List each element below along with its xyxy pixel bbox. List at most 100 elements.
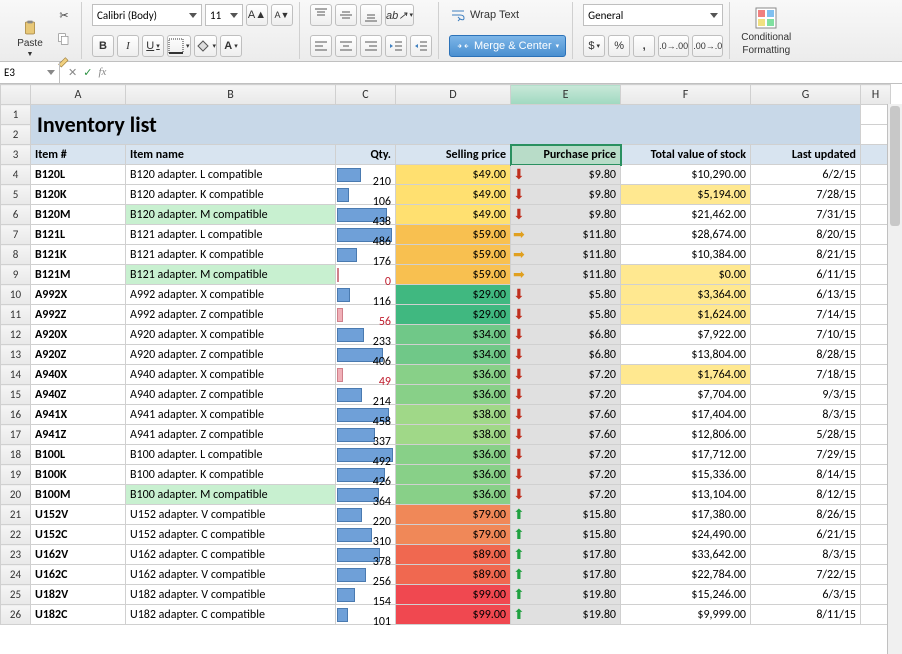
- decrease-font-button[interactable]: A▼: [271, 4, 293, 26]
- cell-item-num[interactable]: A940X: [31, 365, 126, 385]
- row-header-8[interactable]: 8: [1, 245, 31, 265]
- row-header-18[interactable]: 18: [1, 445, 31, 465]
- scrollbar-thumb[interactable]: [890, 106, 900, 226]
- cell-selling-price[interactable]: $38.00: [396, 405, 511, 425]
- comma-button[interactable]: ,: [633, 35, 655, 57]
- cell-total-value[interactable]: $33,642.00: [621, 545, 751, 565]
- cell-item-name[interactable]: B120 adapter. K compatible: [126, 185, 336, 205]
- row-header-21[interactable]: 21: [1, 505, 31, 525]
- cell-item-num[interactable]: U162V: [31, 545, 126, 565]
- row-header-24[interactable]: 24: [1, 565, 31, 585]
- cell-item-name[interactable]: B121 adapter. M compatible: [126, 265, 336, 285]
- cell-total-value[interactable]: $28,674.00: [621, 225, 751, 245]
- cell-qty[interactable]: 220: [336, 505, 396, 525]
- cell-last-updated[interactable]: 6/2/15: [751, 165, 861, 185]
- row-header-10[interactable]: 10: [1, 285, 31, 305]
- header-last-updated[interactable]: Last updated: [751, 145, 861, 165]
- formula-input[interactable]: [114, 67, 902, 79]
- cell-qty[interactable]: 406: [336, 345, 396, 365]
- cell-purchase-price[interactable]: ⬆$17.80: [511, 545, 621, 565]
- cell-qty[interactable]: 0: [336, 265, 396, 285]
- cell-last-updated[interactable]: 8/21/15: [751, 245, 861, 265]
- cell-selling-price[interactable]: $29.00: [396, 305, 511, 325]
- row-header-9[interactable]: 9: [1, 265, 31, 285]
- cell-last-updated[interactable]: 6/13/15: [751, 285, 861, 305]
- row-header-12[interactable]: 12: [1, 325, 31, 345]
- cell-selling-price[interactable]: $36.00: [396, 465, 511, 485]
- cell-total-value[interactable]: $10,290.00: [621, 165, 751, 185]
- orientation-button[interactable]: ab↗▾: [385, 4, 414, 26]
- cell-purchase-price[interactable]: ⬇$7.20: [511, 485, 621, 505]
- row-header-20[interactable]: 20: [1, 485, 31, 505]
- number-format-select[interactable]: General: [583, 4, 723, 26]
- cell-item-name[interactable]: A992 adapter. Z compatible: [126, 305, 336, 325]
- cell-total-value[interactable]: $1,624.00: [621, 305, 751, 325]
- cell-last-updated[interactable]: 6/3/15: [751, 585, 861, 605]
- cell-purchase-price[interactable]: ⬇$9.80: [511, 165, 621, 185]
- cell-total-value[interactable]: $5,194.00: [621, 185, 751, 205]
- cell-last-updated[interactable]: 8/26/15: [751, 505, 861, 525]
- header-item-num[interactable]: Item #: [31, 145, 126, 165]
- cell-item-num[interactable]: U182V: [31, 585, 126, 605]
- cell-item-num[interactable]: B120K: [31, 185, 126, 205]
- cell-selling-price[interactable]: $89.00: [396, 565, 511, 585]
- cell-qty[interactable]: 256: [336, 565, 396, 585]
- cell-total-value[interactable]: $0.00: [621, 265, 751, 285]
- align-left-button[interactable]: [310, 35, 332, 57]
- cell-item-name[interactable]: A940 adapter. Z compatible: [126, 385, 336, 405]
- cell-item-name[interactable]: A920 adapter. Z compatible: [126, 345, 336, 365]
- cell-purchase-price[interactable]: ⬇$5.80: [511, 285, 621, 305]
- cell-last-updated[interactable]: 7/18/15: [751, 365, 861, 385]
- decrease-decimal-button[interactable]: .00→.0: [692, 35, 723, 57]
- cell-last-updated[interactable]: 8/12/15: [751, 485, 861, 505]
- row-header-19[interactable]: 19: [1, 465, 31, 485]
- cell-total-value[interactable]: $1,764.00: [621, 365, 751, 385]
- cell-last-updated[interactable]: 8/20/15: [751, 225, 861, 245]
- cell-total-value[interactable]: $7,704.00: [621, 385, 751, 405]
- cell-item-num[interactable]: B121K: [31, 245, 126, 265]
- cell-last-updated[interactable]: 6/21/15: [751, 525, 861, 545]
- cell-purchase-price[interactable]: ⬇$7.60: [511, 425, 621, 445]
- col-header-A[interactable]: A: [31, 85, 126, 105]
- cell-purchase-price[interactable]: ⬆$15.80: [511, 505, 621, 525]
- currency-button[interactable]: $▾: [583, 35, 605, 57]
- fill-color-button[interactable]: ▾: [194, 35, 218, 57]
- cell-purchase-price[interactable]: ⬇$7.20: [511, 465, 621, 485]
- cut-button[interactable]: ✂: [53, 4, 75, 26]
- row-header-14[interactable]: 14: [1, 365, 31, 385]
- cell-item-name[interactable]: B120 adapter. M compatible: [126, 205, 336, 225]
- cell-qty[interactable]: 486: [336, 225, 396, 245]
- select-all-corner[interactable]: [1, 85, 31, 105]
- cell-total-value[interactable]: $15,336.00: [621, 465, 751, 485]
- cell-selling-price[interactable]: $59.00: [396, 265, 511, 285]
- align-center-button[interactable]: [335, 35, 357, 57]
- cell-last-updated[interactable]: 7/28/15: [751, 185, 861, 205]
- copy-button[interactable]: [53, 28, 75, 50]
- cell-purchase-price[interactable]: ⬆$17.80: [511, 565, 621, 585]
- cell-selling-price[interactable]: $49.00: [396, 185, 511, 205]
- cell-qty[interactable]: 364: [336, 485, 396, 505]
- row-header-4[interactable]: 4: [1, 165, 31, 185]
- header-selling-price[interactable]: Selling price: [396, 145, 511, 165]
- cell-total-value[interactable]: $22,784.00: [621, 565, 751, 585]
- cell-total-value[interactable]: $13,804.00: [621, 345, 751, 365]
- cell-last-updated[interactable]: 8/11/15: [751, 605, 861, 625]
- cell-last-updated[interactable]: 8/28/15: [751, 345, 861, 365]
- cell-total-value[interactable]: $3,364.00: [621, 285, 751, 305]
- fx-icon[interactable]: fx: [98, 66, 106, 79]
- cell-selling-price[interactable]: $79.00: [396, 525, 511, 545]
- cell-item-name[interactable]: B100 adapter. M compatible: [126, 485, 336, 505]
- row-header-2[interactable]: 2: [1, 125, 31, 145]
- cell-item-num[interactable]: A992Z: [31, 305, 126, 325]
- cell-last-updated[interactable]: 6/11/15: [751, 265, 861, 285]
- cell-item-name[interactable]: B120 adapter. L compatible: [126, 165, 336, 185]
- cell-selling-price[interactable]: $36.00: [396, 365, 511, 385]
- cell-item-name[interactable]: A940 adapter. X compatible: [126, 365, 336, 385]
- paste-button[interactable]: Paste ▼: [10, 11, 50, 67]
- cell-item-num[interactable]: B121L: [31, 225, 126, 245]
- cell-purchase-price[interactable]: ⬇$6.80: [511, 325, 621, 345]
- cell-selling-price[interactable]: $38.00: [396, 425, 511, 445]
- cell-purchase-price[interactable]: ➡$11.80: [511, 225, 621, 245]
- enter-icon[interactable]: ✓: [83, 66, 92, 79]
- cell-selling-price[interactable]: $34.00: [396, 345, 511, 365]
